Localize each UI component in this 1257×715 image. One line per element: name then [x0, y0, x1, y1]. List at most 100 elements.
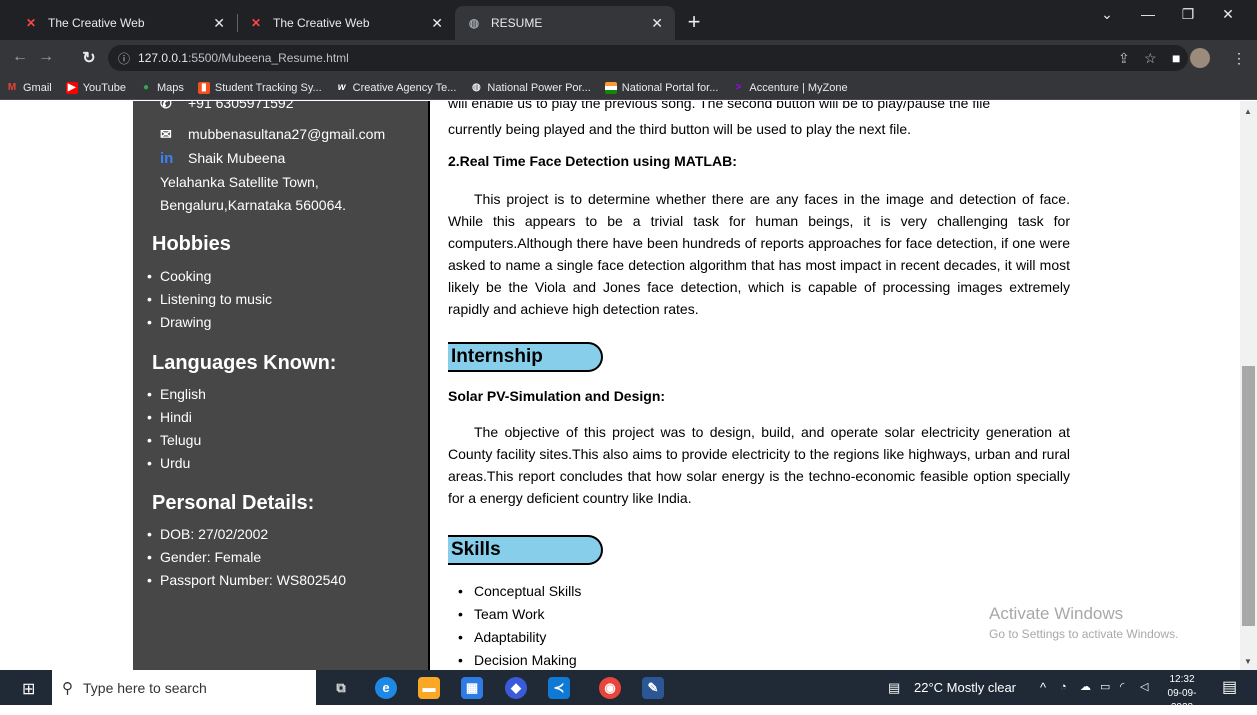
- list-item: Gender: Female: [147, 546, 346, 569]
- scroll-down-icon[interactable]: ▼: [1244, 657, 1252, 666]
- weather-icon[interactable]: ▤: [888, 670, 900, 705]
- close-window-icon[interactable]: ✕: [1208, 6, 1248, 23]
- scrollbar-thumb[interactable]: [1242, 366, 1255, 626]
- bookmark-student-tracking[interactable]: ▮ Student Tracking Sy...: [197, 81, 322, 94]
- close-tab-icon[interactable]: ✕: [213, 15, 225, 32]
- linkedin-row: in Shaik Mubeena: [160, 150, 285, 167]
- search-placeholder: Type here to search: [83, 679, 207, 696]
- network-icon[interactable]: ◔: [1060, 670, 1067, 705]
- tab-search-chevron-icon[interactable]: ⌄: [1087, 6, 1127, 23]
- languages-list: English Hindi Telugu Urdu: [147, 383, 206, 475]
- windows-start-icon[interactable]: ⊞: [22, 679, 40, 698]
- restore-icon[interactable]: ❐: [1168, 6, 1208, 23]
- file-explorer-icon[interactable]: ▬: [418, 677, 440, 699]
- taskbar-search[interactable]: ⚲ Type here to search: [52, 670, 316, 705]
- list-item: Telugu: [147, 429, 206, 452]
- notes-icon[interactable]: ✎: [642, 677, 664, 699]
- languages-heading: Languages Known:: [152, 352, 337, 374]
- sidebar-divider: [428, 101, 430, 670]
- list-item: DOB: 27/02/2002: [147, 523, 346, 546]
- phone-row: ✆ +91 6305971592: [160, 101, 294, 112]
- error-favicon-icon: ✕: [25, 16, 37, 30]
- bookmark-label: Accenture | MyZone: [749, 81, 848, 94]
- tab-resume[interactable]: ◍ RESUME ✕: [455, 6, 675, 40]
- scroll-up-icon[interactable]: ▲: [1244, 107, 1252, 116]
- weather-status[interactable]: 22°C Mostly clear: [914, 670, 1016, 705]
- wifi-icon[interactable]: ◜: [1120, 670, 1124, 705]
- edge-icon[interactable]: e: [375, 677, 397, 699]
- w-icon: w: [337, 81, 346, 93]
- list-item: English: [147, 383, 206, 406]
- list-item: Team Work: [458, 603, 581, 626]
- personal-details-list: DOB: 27/02/2002 Gender: Female Passport …: [147, 523, 346, 592]
- menu-kebab-icon[interactable]: ⋮: [1232, 50, 1246, 67]
- list-item: Decision Making: [458, 649, 581, 670]
- gmail-icon: M: [7, 81, 17, 93]
- windows-taskbar: ⊞ ⚲ Type here to search ⧉ e ▬ ▦ ◆ ≺ ◉ ✎ …: [0, 670, 1257, 713]
- list-item: Drawing: [147, 311, 272, 334]
- chrome-icon[interactable]: ◉: [599, 677, 621, 699]
- bookmark-youtube[interactable]: ▶ YouTube: [65, 81, 126, 94]
- cloud-icon[interactable]: ☁: [1080, 670, 1091, 705]
- bookmark-maps[interactable]: ● Maps: [140, 82, 184, 94]
- globe-icon: ◍: [472, 81, 481, 93]
- bookmark-national-portal[interactable]: National Portal for...: [604, 81, 719, 94]
- list-item: Urdu: [147, 452, 206, 475]
- volume-icon[interactable]: ◁: [1140, 670, 1148, 705]
- list-item: Hindi: [147, 406, 206, 429]
- avatar[interactable]: [1190, 48, 1210, 68]
- accenture-icon: >: [735, 81, 742, 93]
- notification-icon[interactable]: ▤: [1222, 670, 1237, 705]
- back-icon[interactable]: ←: [10, 48, 30, 66]
- bookmark-creative-agency[interactable]: w Creative Agency Te...: [336, 82, 457, 94]
- email-row: ✉ mubbenasultana27@gmail.com: [160, 126, 385, 143]
- maps-icon: ●: [142, 81, 149, 93]
- bookmark-star-icon[interactable]: ☆: [1144, 50, 1157, 67]
- address-bar[interactable]: ⓘ 127.0.0.1 :5500/Mubeena_Resume.html: [108, 45, 1188, 71]
- bookmark-accenture[interactable]: > Accenture | MyZone: [732, 82, 847, 94]
- bookmark-label: National Power Por...: [487, 81, 591, 94]
- vscode-icon[interactable]: ≺: [548, 677, 570, 699]
- project-2-description: This project is to determine whether the…: [448, 191, 1070, 317]
- new-tab-icon[interactable]: +: [680, 8, 708, 36]
- side-panel-icon[interactable]: ■: [1172, 50, 1180, 66]
- hobbies-list: Cooking Listening to music Drawing: [147, 265, 272, 334]
- bookmark-label: Creative Agency Te...: [352, 81, 457, 94]
- activate-windows-title: Activate Windows: [989, 604, 1124, 623]
- close-tab-icon[interactable]: ✕: [651, 15, 663, 32]
- app-icon[interactable]: ◆: [505, 677, 527, 699]
- tray-chevron-icon[interactable]: ^: [1040, 670, 1046, 705]
- bookmark-label: Student Tracking Sy...: [214, 81, 322, 94]
- bookmarks-bar: M Gmail ▶ YouTube ● Maps ▮ Student Tracking …: [0, 76, 1257, 100]
- store-icon[interactable]: ▦: [461, 677, 483, 699]
- bookmark-gmail[interactable]: M Gmail: [6, 82, 52, 94]
- bookmark-national-power[interactable]: ◍ National Power Por...: [470, 81, 591, 94]
- minimize-icon[interactable]: —: [1128, 6, 1168, 22]
- tab-creative-web-1[interactable]: ✕ The Creative Web ✕: [12, 6, 237, 40]
- url-path: :5500/Mubeena_Resume.html: [188, 51, 349, 65]
- bookmark-label: Gmail: [23, 81, 52, 94]
- india-flag-icon: [604, 81, 617, 94]
- reload-icon[interactable]: ↻: [79, 48, 99, 68]
- battery-icon[interactable]: ▭: [1100, 670, 1110, 705]
- page-scrollbar[interactable]: ▲ ▼: [1240, 101, 1257, 670]
- tab-creative-web-2[interactable]: ✕ The Creative Web ✕: [237, 6, 455, 40]
- email-address: mubbenasultana27@gmail.com: [188, 126, 386, 142]
- activate-windows-subtitle: Go to Settings to activate Windows.: [989, 627, 1179, 641]
- list-item: Passport Number: WS802540: [147, 569, 346, 592]
- share-icon[interactable]: ⇪: [1118, 50, 1130, 67]
- bookmark-label: National Portal for...: [621, 81, 719, 94]
- page-viewport: ✆ +91 6305971592 ✉ mubbenasultana27@gmail.…: [0, 101, 1257, 670]
- task-view-icon[interactable]: ⧉: [330, 677, 352, 699]
- list-item: Adaptability: [458, 626, 581, 649]
- close-tab-icon[interactable]: ✕: [431, 15, 443, 32]
- personal-details-heading: Personal Details:: [152, 492, 315, 514]
- tab-label: RESUME: [491, 16, 543, 30]
- tab-label: The Creative Web: [48, 16, 145, 30]
- forward-icon[interactable]: →: [36, 48, 56, 66]
- tab-label: The Creative Web: [273, 16, 370, 30]
- internship-subtitle: Solar PV-Simulation and Design:: [448, 388, 666, 404]
- info-icon[interactable]: ⓘ: [118, 50, 130, 67]
- clock[interactable]: 12:32 09-09-2023: [1162, 673, 1202, 715]
- linkedin-name: Shaik Mubeena: [188, 150, 286, 166]
